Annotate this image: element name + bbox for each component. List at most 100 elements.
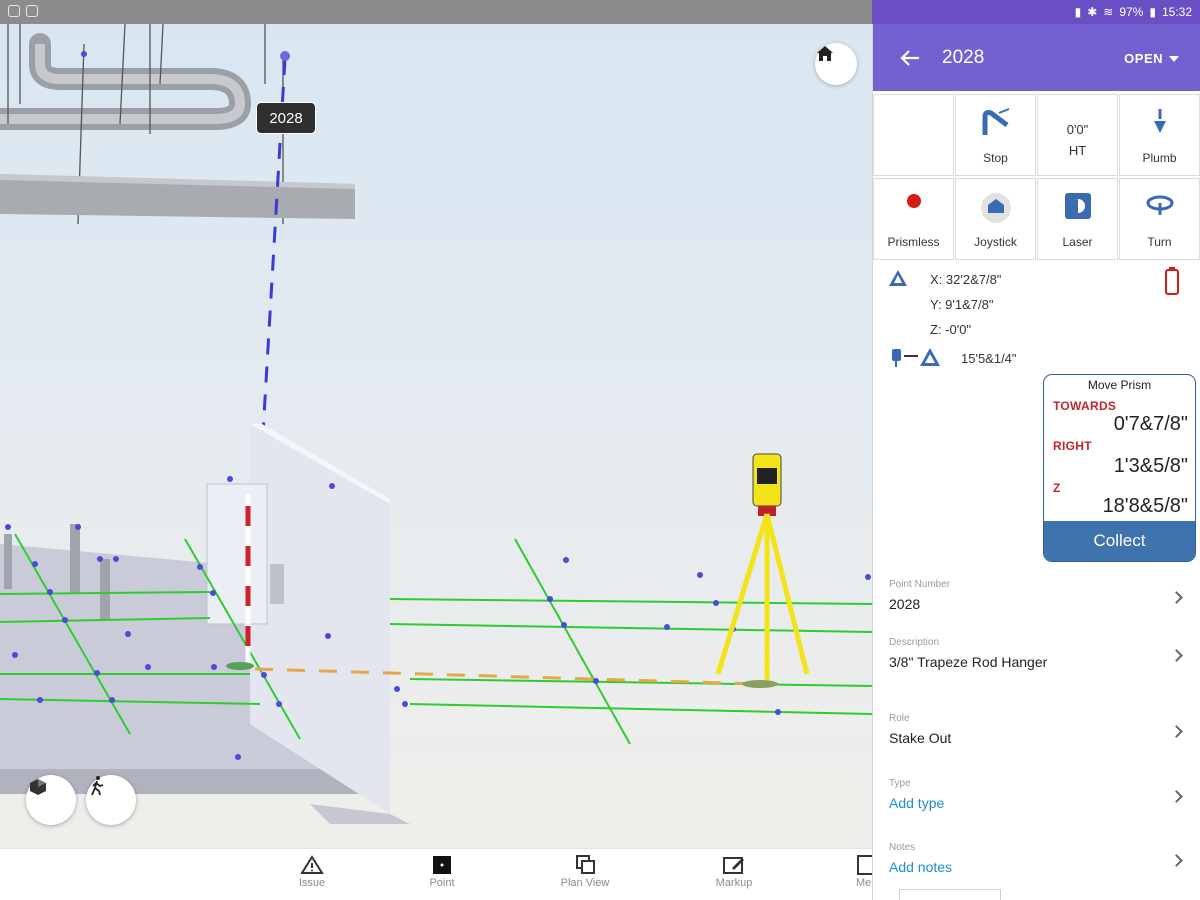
towards-value: 0'7&7/8" — [1113, 413, 1188, 435]
clock: 15:32 — [1161, 5, 1192, 19]
status-dropdown[interactable]: OPEN — [1124, 51, 1179, 66]
instrument-controls: Stop 0'0" HT Plumb Prismless Joystick La… — [873, 94, 1200, 260]
status-bar-right: ▮ ✱ ≋ 97% ▮ 15:32 — [872, 0, 1200, 24]
nav-markup-label: Markup — [715, 877, 753, 889]
status-icons-left — [8, 5, 38, 17]
warning-triangle-icon — [300, 855, 324, 874]
laser-label: Laser — [1062, 235, 1093, 249]
battery-low-icon — [1165, 267, 1179, 295]
turn-button[interactable]: Turn — [1119, 178, 1200, 260]
walk-icon — [91, 776, 104, 796]
nav-point[interactable]: Point — [402, 855, 482, 889]
add-notes-link[interactable]: Add notes — [889, 859, 1185, 875]
status-image-icon — [26, 5, 38, 17]
point-number-value: 2028 — [889, 596, 921, 612]
nav-plan-view[interactable]: Plan View — [545, 855, 625, 889]
stop-button[interactable]: Stop — [955, 94, 1036, 176]
bottom-navigation: Issue Point Plan View Markup Me — [0, 848, 872, 900]
joystick-icon — [980, 193, 1011, 223]
laser-button[interactable]: Laser — [1037, 178, 1118, 260]
joystick-button[interactable]: Joystick — [955, 178, 1036, 260]
turn-label: Turn — [1147, 235, 1172, 249]
cube-view-icon — [30, 779, 46, 795]
pole-base — [226, 662, 254, 670]
z-value: 18'8&5/8" — [1102, 495, 1188, 517]
z-label: Z — [1053, 481, 1061, 495]
prism-distance: 15'5&1/4" — [961, 351, 1017, 366]
right-label: RIGHT — [1053, 439, 1092, 453]
model-viewport[interactable]: 2028 — [0, 24, 872, 848]
walk-mode-button[interactable] — [86, 775, 136, 825]
home-button[interactable] — [815, 43, 857, 85]
plumb-label: Plumb — [1142, 151, 1177, 165]
role-field[interactable]: Role Stake Out — [889, 713, 1185, 746]
stop-instrument-icon — [982, 108, 1009, 135]
home-icon — [817, 46, 833, 61]
battery-icon: ▮ — [1149, 5, 1156, 19]
description-value: 3/8" Trapeze Rod Hanger — [889, 654, 1048, 670]
empty-control-cell — [873, 94, 954, 176]
joystick-label: Joystick — [974, 235, 1017, 249]
prismless-label: Prismless — [887, 235, 940, 249]
model-scene[interactable] — [0, 24, 872, 848]
collect-button[interactable]: Collect — [1044, 521, 1195, 561]
partial-action-button[interactable] — [899, 889, 1001, 900]
nav-more-label: Me — [856, 877, 872, 889]
coord-z: Z: -0'0" — [930, 322, 972, 337]
notes-field[interactable]: Notes Add notes — [889, 842, 1185, 875]
back-arrow-icon[interactable] — [899, 47, 921, 69]
notes-label: Notes — [889, 842, 916, 853]
point-number-field[interactable]: Point Number 2028 — [889, 579, 1185, 612]
description-label: Description — [889, 637, 940, 648]
plumb-button[interactable]: Plumb — [1119, 94, 1200, 176]
point-square-icon — [433, 856, 451, 874]
wall-block — [206, 483, 268, 625]
type-label: Type — [889, 778, 911, 789]
laser-icon — [1064, 193, 1091, 219]
point-tooltip: 2028 — [256, 102, 316, 134]
column — [4, 534, 12, 589]
nav-markup[interactable]: Markup — [694, 855, 774, 889]
target-point[interactable] — [280, 51, 290, 61]
nav-issue[interactable]: Issue — [272, 855, 352, 889]
towards-label: TOWARDS — [1053, 399, 1117, 413]
nav-point-label: Point — [429, 877, 455, 889]
more-icon — [857, 855, 872, 875]
signal-icon: ▮ — [1074, 5, 1082, 19]
view-cube-button[interactable] — [26, 775, 76, 825]
status-bar — [0, 0, 872, 24]
wall-opening — [270, 564, 284, 604]
move-prism-title: Move Prism — [1087, 378, 1152, 392]
app-root: ▮ ✱ ≋ 97% ▮ 15:32 2028 Issue Point Plan … — [0, 0, 1200, 900]
prismless-button[interactable]: Prismless — [873, 178, 954, 260]
coord-x: X: 32'2&7/8" — [930, 272, 1002, 287]
add-type-link[interactable]: Add type — [889, 795, 1185, 811]
plan-view-icon — [576, 855, 595, 874]
right-value: 1'3&5/8" — [1113, 455, 1188, 477]
wifi-icon: ≋ — [1103, 5, 1114, 19]
column — [70, 524, 80, 594]
nav-plan-view-label: Plan View — [560, 877, 610, 889]
instrument-triangle-icon — [889, 270, 907, 286]
markup-pencil-icon — [723, 857, 744, 874]
prism-to-instrument-icon — [892, 348, 940, 367]
column — [100, 559, 110, 619]
ht-button[interactable]: 0'0" HT — [1037, 94, 1118, 176]
role-label: Role — [889, 713, 910, 724]
move-prism-card: Move Prism TOWARDS 0'7&7/8" RIGHT 1'3&5/… — [1043, 374, 1196, 562]
type-field[interactable]: Type Add type — [889, 778, 1185, 811]
nav-issue-label: Issue — [298, 877, 326, 889]
battery-percent: 97% — [1119, 5, 1144, 19]
status-notification-icon — [8, 5, 20, 17]
point-detail-panel: 2028 OPEN Stop 0'0" HT Plumb Prismless J… — [872, 24, 1200, 900]
total-station[interactable] — [715, 453, 810, 688]
description-field[interactable]: Description 3/8" Trapeze Rod Hanger — [889, 637, 1185, 670]
ht-label: HT — [1068, 143, 1087, 158]
ht-display: 0'0" HT — [1038, 119, 1117, 161]
role-value: Stake Out — [889, 730, 952, 746]
nav-more[interactable]: Me — [818, 855, 872, 889]
bluetooth-icon: ✱ — [1087, 5, 1098, 19]
plumb-icon — [1153, 109, 1166, 133]
turn-icon — [1146, 195, 1173, 215]
coord-y: Y: 9'1&7/8" — [930, 297, 994, 312]
